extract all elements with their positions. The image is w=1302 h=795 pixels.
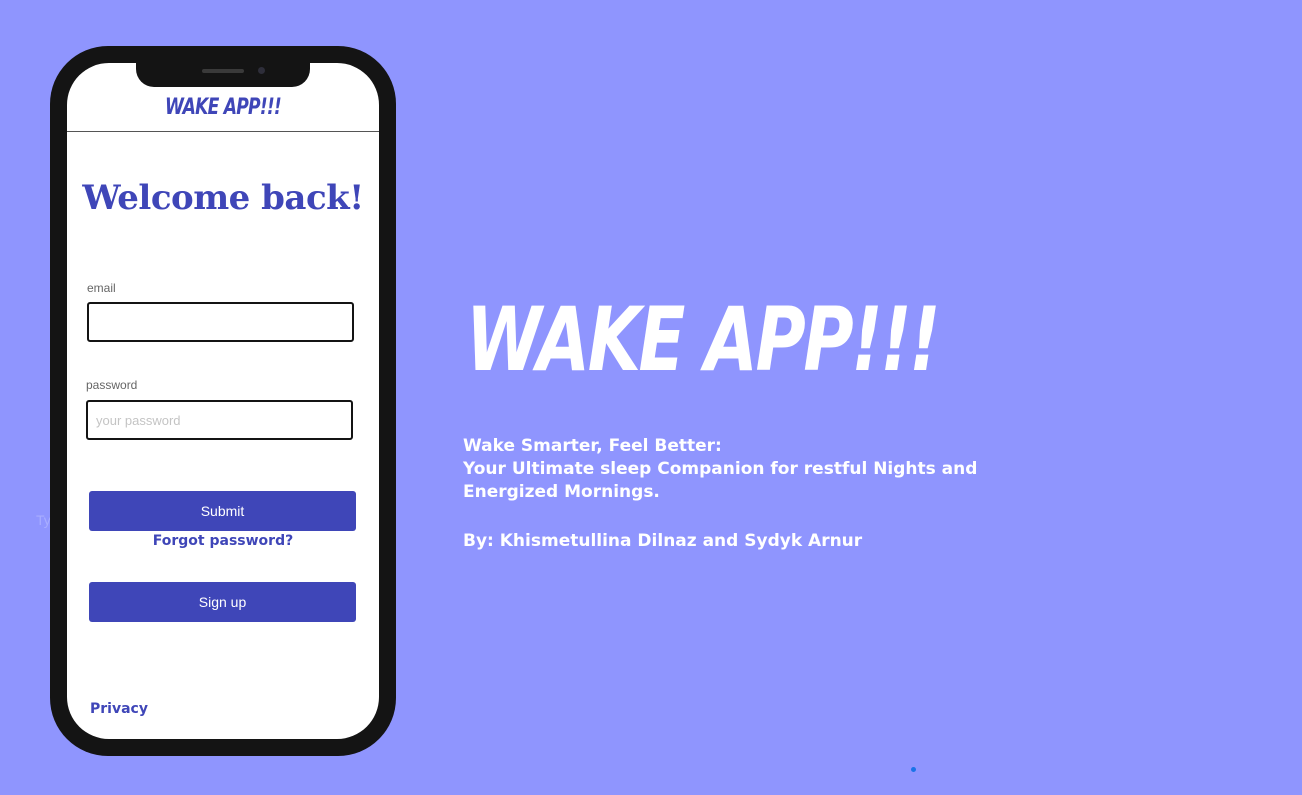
camera-icon <box>258 67 265 74</box>
hero-title: WAKE APP!!! <box>466 288 941 391</box>
privacy-link[interactable]: Privacy <box>90 701 148 717</box>
email-input[interactable] <box>87 302 354 342</box>
email-label: email <box>87 281 116 295</box>
indicator-dot <box>911 767 916 772</box>
tagline-line-1: Wake Smarter, Feel Better: <box>463 436 722 456</box>
phone-screen: WAKE APP!!! Welcome back! email password… <box>67 63 379 739</box>
password-input[interactable] <box>86 400 353 440</box>
hero-authors: By: Khismetullina Dilnaz and Sydyk Arnur <box>463 531 863 551</box>
sign-up-button[interactable]: Sign up <box>89 582 356 622</box>
hero-tagline: Wake Smarter, Feel Better: Your Ultimate… <box>463 435 1023 504</box>
tagline-line-2: Your Ultimate sleep Companion for restfu… <box>463 459 978 502</box>
welcome-heading: Welcome back! <box>82 178 364 218</box>
forgot-password-link[interactable]: Forgot password? <box>67 533 379 549</box>
phone-notch <box>136 63 310 87</box>
submit-button[interactable]: Submit <box>89 491 356 531</box>
phone-mockup: WAKE APP!!! Welcome back! email password… <box>50 46 396 756</box>
speaker-icon <box>202 69 244 73</box>
password-label: password <box>86 378 138 392</box>
app-title: WAKE APP!!! <box>165 95 282 120</box>
